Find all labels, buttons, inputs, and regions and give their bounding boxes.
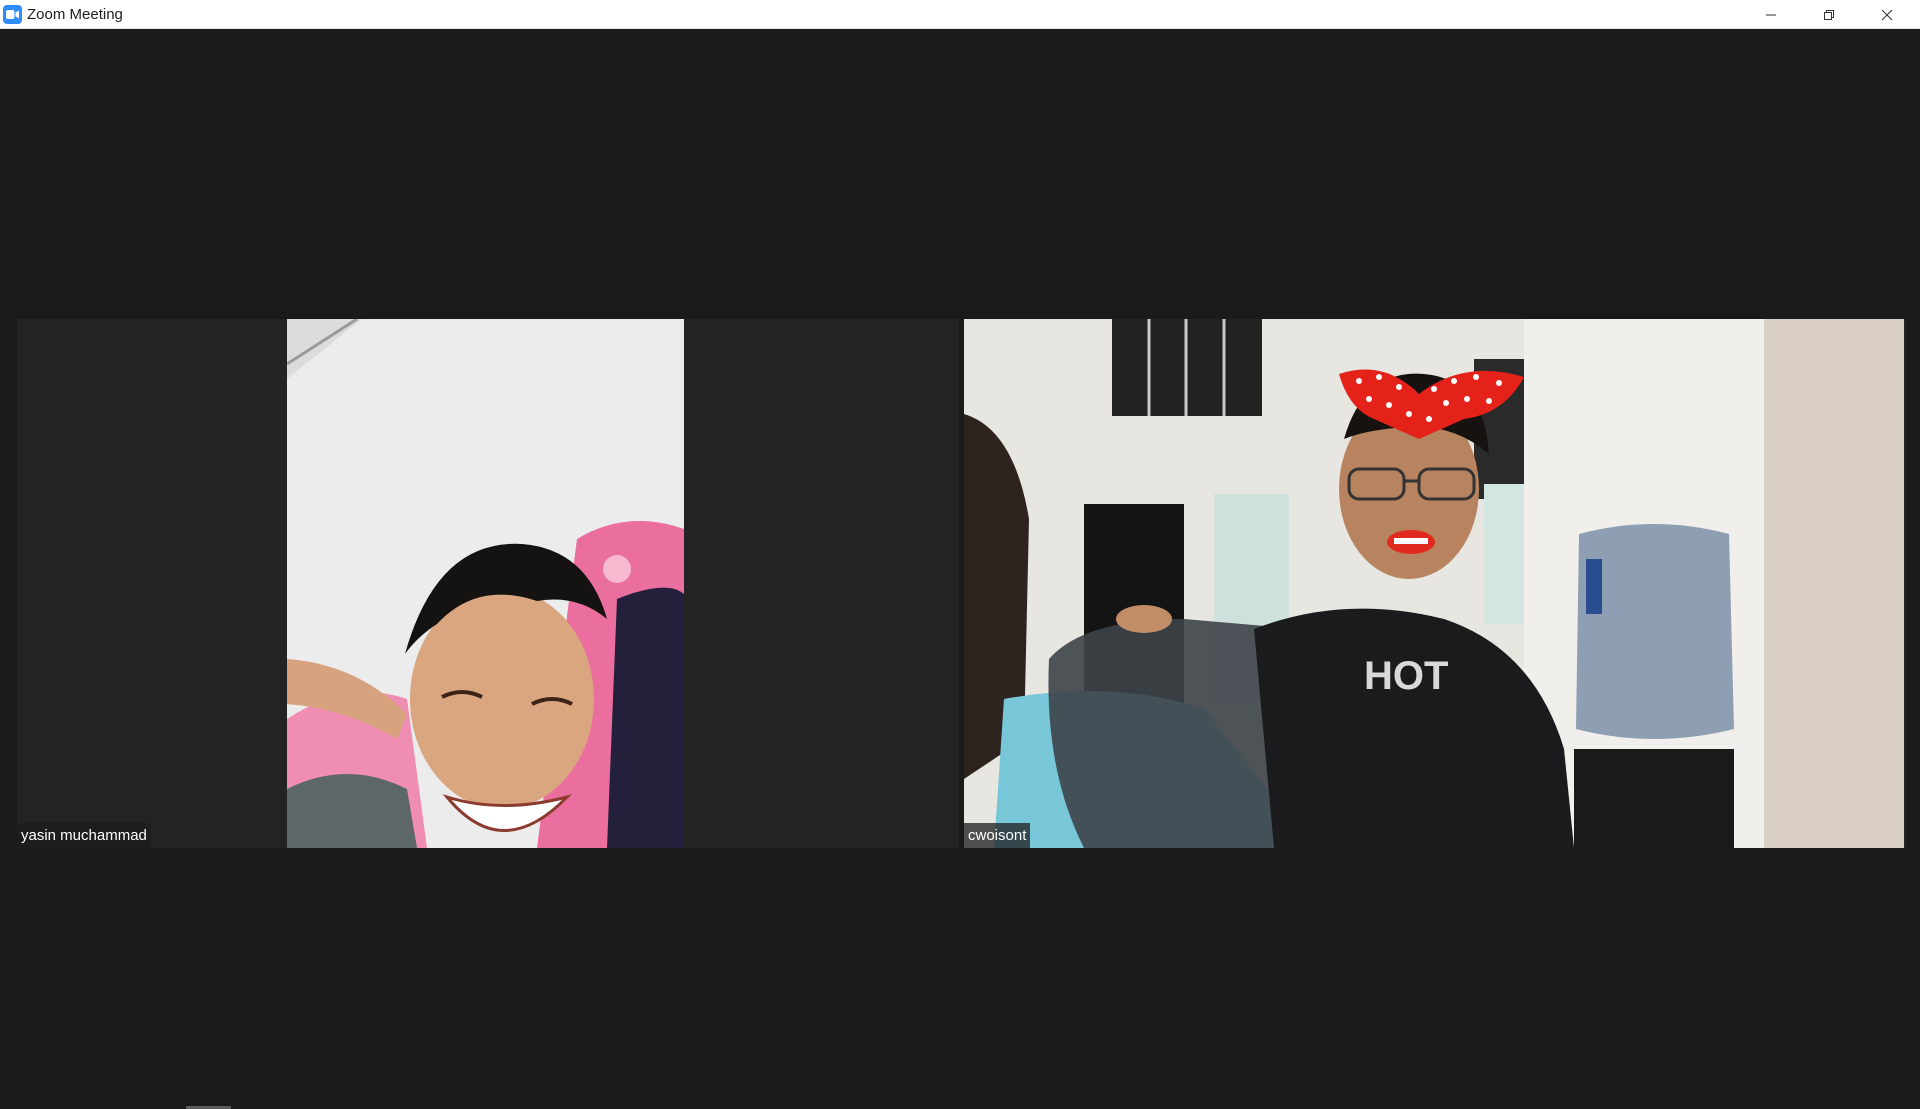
minimize-icon — [1766, 14, 1776, 15]
zoom-camera-icon — [3, 5, 22, 24]
participant-tile[interactable]: HOT cwoisont — [964, 319, 1906, 848]
minimize-button[interactable] — [1742, 0, 1800, 29]
close-button[interactable] — [1858, 0, 1916, 29]
participant-video: HOT — [964, 319, 1904, 848]
participant-name-label: cwoisont — [964, 823, 1031, 848]
close-icon — [1881, 9, 1893, 20]
restore-button[interactable] — [1800, 0, 1858, 29]
restore-icon — [1824, 9, 1834, 20]
participant-tile[interactable]: yasin muchammad — [17, 319, 959, 848]
window-title: Zoom Meeting — [27, 6, 123, 23]
participant-name-label: yasin muchammad — [17, 823, 151, 848]
svg-text:HOT: HOT — [1364, 654, 1448, 698]
window-titlebar: Zoom Meeting — [0, 0, 1920, 29]
participant-video — [287, 319, 684, 848]
meeting-gallery-view: yasin muchammad HOT cwoisont — [0, 29, 1920, 1109]
